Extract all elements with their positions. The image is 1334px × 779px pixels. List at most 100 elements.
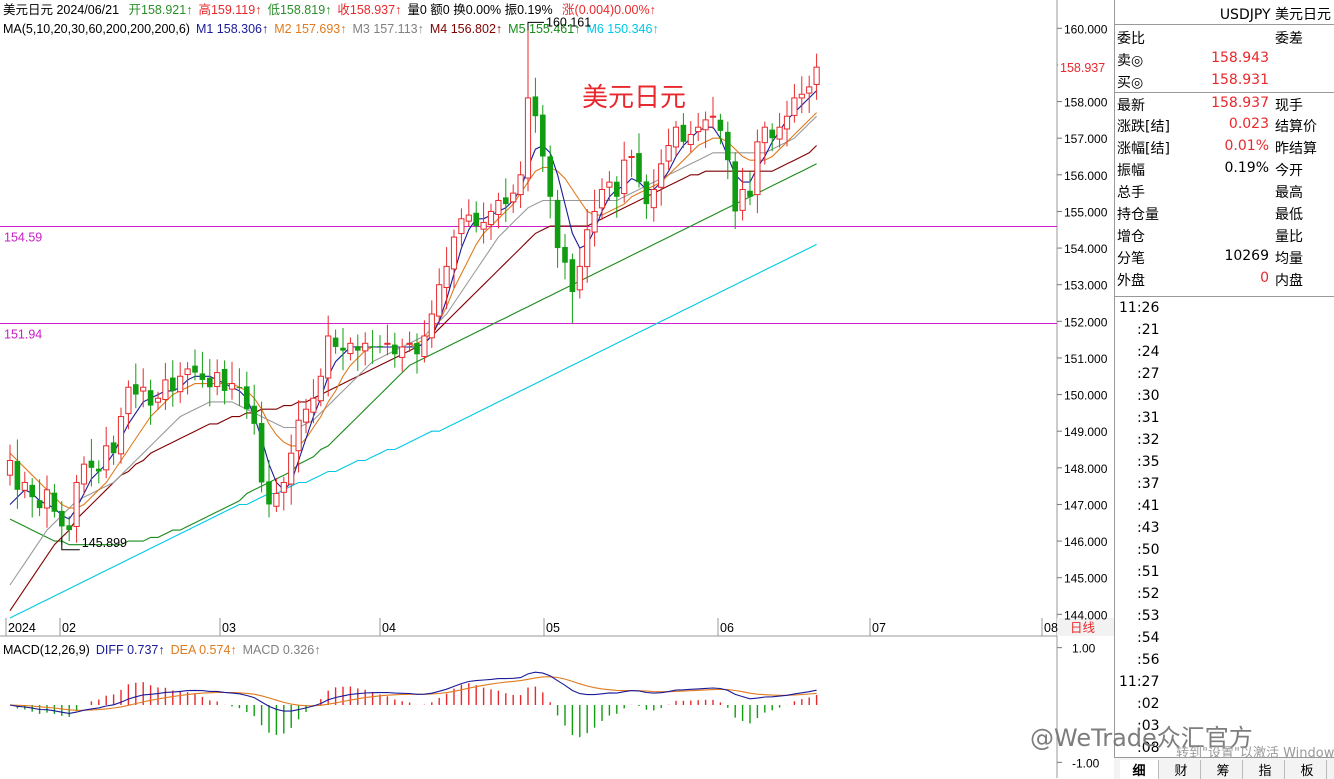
header-ma-line-item: M2 157.693↑ [274,22,346,36]
quote-row-label: 最新 [1117,98,1145,114]
quote-row: 涨幅[结] 0.01% 昨结算 [1115,136,1334,158]
candle-body [377,346,383,348]
quote-row-label: 总手 [1117,185,1145,201]
candle-body [244,386,250,410]
candle-body [266,481,272,505]
quote-row-value: 0.023 [1228,116,1269,132]
tab-2[interactable]: 筹 [1204,760,1243,779]
y-tick-label: 160.000 [1064,22,1108,36]
quote-row-label: 涨跌[结] [1117,119,1170,135]
quote-row-right-label: 结算价 [1275,119,1317,135]
candle-body [503,197,509,205]
candle-body [133,384,139,395]
y-tick-label: 151.000 [1064,352,1108,366]
header-ma-line-item: M4 156.802↑ [430,22,502,36]
tab-3[interactable]: 指 [1246,760,1285,779]
tick-time: :32 [1137,432,1160,448]
candle-body [562,247,568,263]
candle-body [406,342,413,345]
header-macd-line-item: DIFF 0.737↑ [96,643,165,657]
tab-1[interactable]: 财 [1162,760,1201,779]
macd-tick-label: 1.00 [1072,642,1096,656]
quote-row: 增仓 量比 [1115,224,1334,246]
x-tick-label: 05 [546,621,560,635]
last-price-label: 158.937 [1060,61,1105,75]
candle-body [66,525,72,531]
tab-4[interactable]: 板 [1288,760,1327,779]
candle-body [273,492,280,507]
candle-body [680,124,687,142]
candle-body [88,460,95,468]
tick-time: :41 [1137,498,1160,514]
candle-body [761,126,768,144]
candle-body [465,214,472,222]
y-tick-label: 150.000 [1064,389,1108,403]
candle-body [532,96,539,117]
main-chart: 美元日元 2024/06/21 开158.921↑ 高159.119↑ 低158.8… [0,0,1114,778]
candle-body [184,368,191,376]
candle-body [414,343,420,355]
y-tick-label: 149.000 [1064,425,1108,439]
tab-0[interactable]: 细 [1120,760,1159,779]
quote-row-value: 158.931 [1211,72,1269,88]
candle-body [776,126,783,140]
quote-row-value: 158.937 [1211,95,1269,111]
candle-body [310,397,317,413]
candle-body [392,344,398,355]
candle-body [228,383,236,390]
candle-body [125,386,132,415]
candle-body [340,347,346,351]
quote-row-label: 增仓 [1117,229,1145,245]
support-line-label: 154.59 [4,230,42,244]
candle-body [584,229,591,268]
candle-body [51,492,58,512]
candle-body [458,218,465,235]
tick-time: :50 [1137,542,1160,558]
x-tick-label: 03 [222,621,236,635]
candle-body [798,93,805,99]
candle-body [747,190,753,197]
candle-body [672,126,680,148]
quote-row: 卖◎ 158.943 [1115,48,1334,70]
candle-body [540,114,546,157]
quote-title-bar: USDJPY 美元日元 [1115,0,1334,25]
candle-body [177,375,184,393]
x-tick-label: 04 [382,621,396,635]
quote-row-right-label: 内盘 [1275,273,1303,289]
quote-panel: USDJPY 美元日元 委比 委差 卖◎ 158.943 买◎ 158.931 最新 158.… [1114,0,1334,778]
tick-time: :31 [1137,410,1160,426]
tick-time: 11:26 [1119,300,1160,316]
candle-body [399,346,406,358]
quote-title: USDJPY 美元日元 [1219,7,1331,23]
quote-row-label: 卖◎ [1117,53,1144,69]
candle-body [199,373,206,380]
candle-body [547,156,553,197]
quote-row-label: 分笔 [1117,251,1145,267]
quote-row-right-label: 最高 [1275,185,1303,201]
candle-body [495,199,502,216]
header-quote-line-item: 低158.819↑ [267,3,331,17]
tick-time: :30 [1137,388,1160,404]
candle-body [636,153,642,183]
candle-body [36,500,43,509]
tick-time: :24 [1137,344,1160,360]
quote-row-label: 买◎ [1117,75,1144,91]
header-macd-line-item: MACD(12,26,9) [3,643,90,657]
y-tick-label: 153.000 [1064,279,1108,293]
candle-body [517,174,524,196]
candle-body [806,86,813,94]
candle-body [355,346,361,351]
candle-body [302,408,310,423]
candle-body [317,375,324,402]
candle-body [258,423,265,483]
y-tick-label: 146.000 [1064,535,1108,549]
candle-body [80,463,88,485]
windows-activation-text: 转到"设置"以激活 Windows。 [1176,746,1334,761]
header-quote-line-item: 开158.921↑ [129,3,193,17]
y-tick-label: 158.000 [1064,96,1108,110]
tick-time: :02 [1137,696,1160,712]
quote-row-right-label: 现手 [1275,98,1303,114]
y-tick-label: 156.000 [1064,169,1108,183]
candle-body [332,337,339,347]
candle-body [384,342,391,345]
